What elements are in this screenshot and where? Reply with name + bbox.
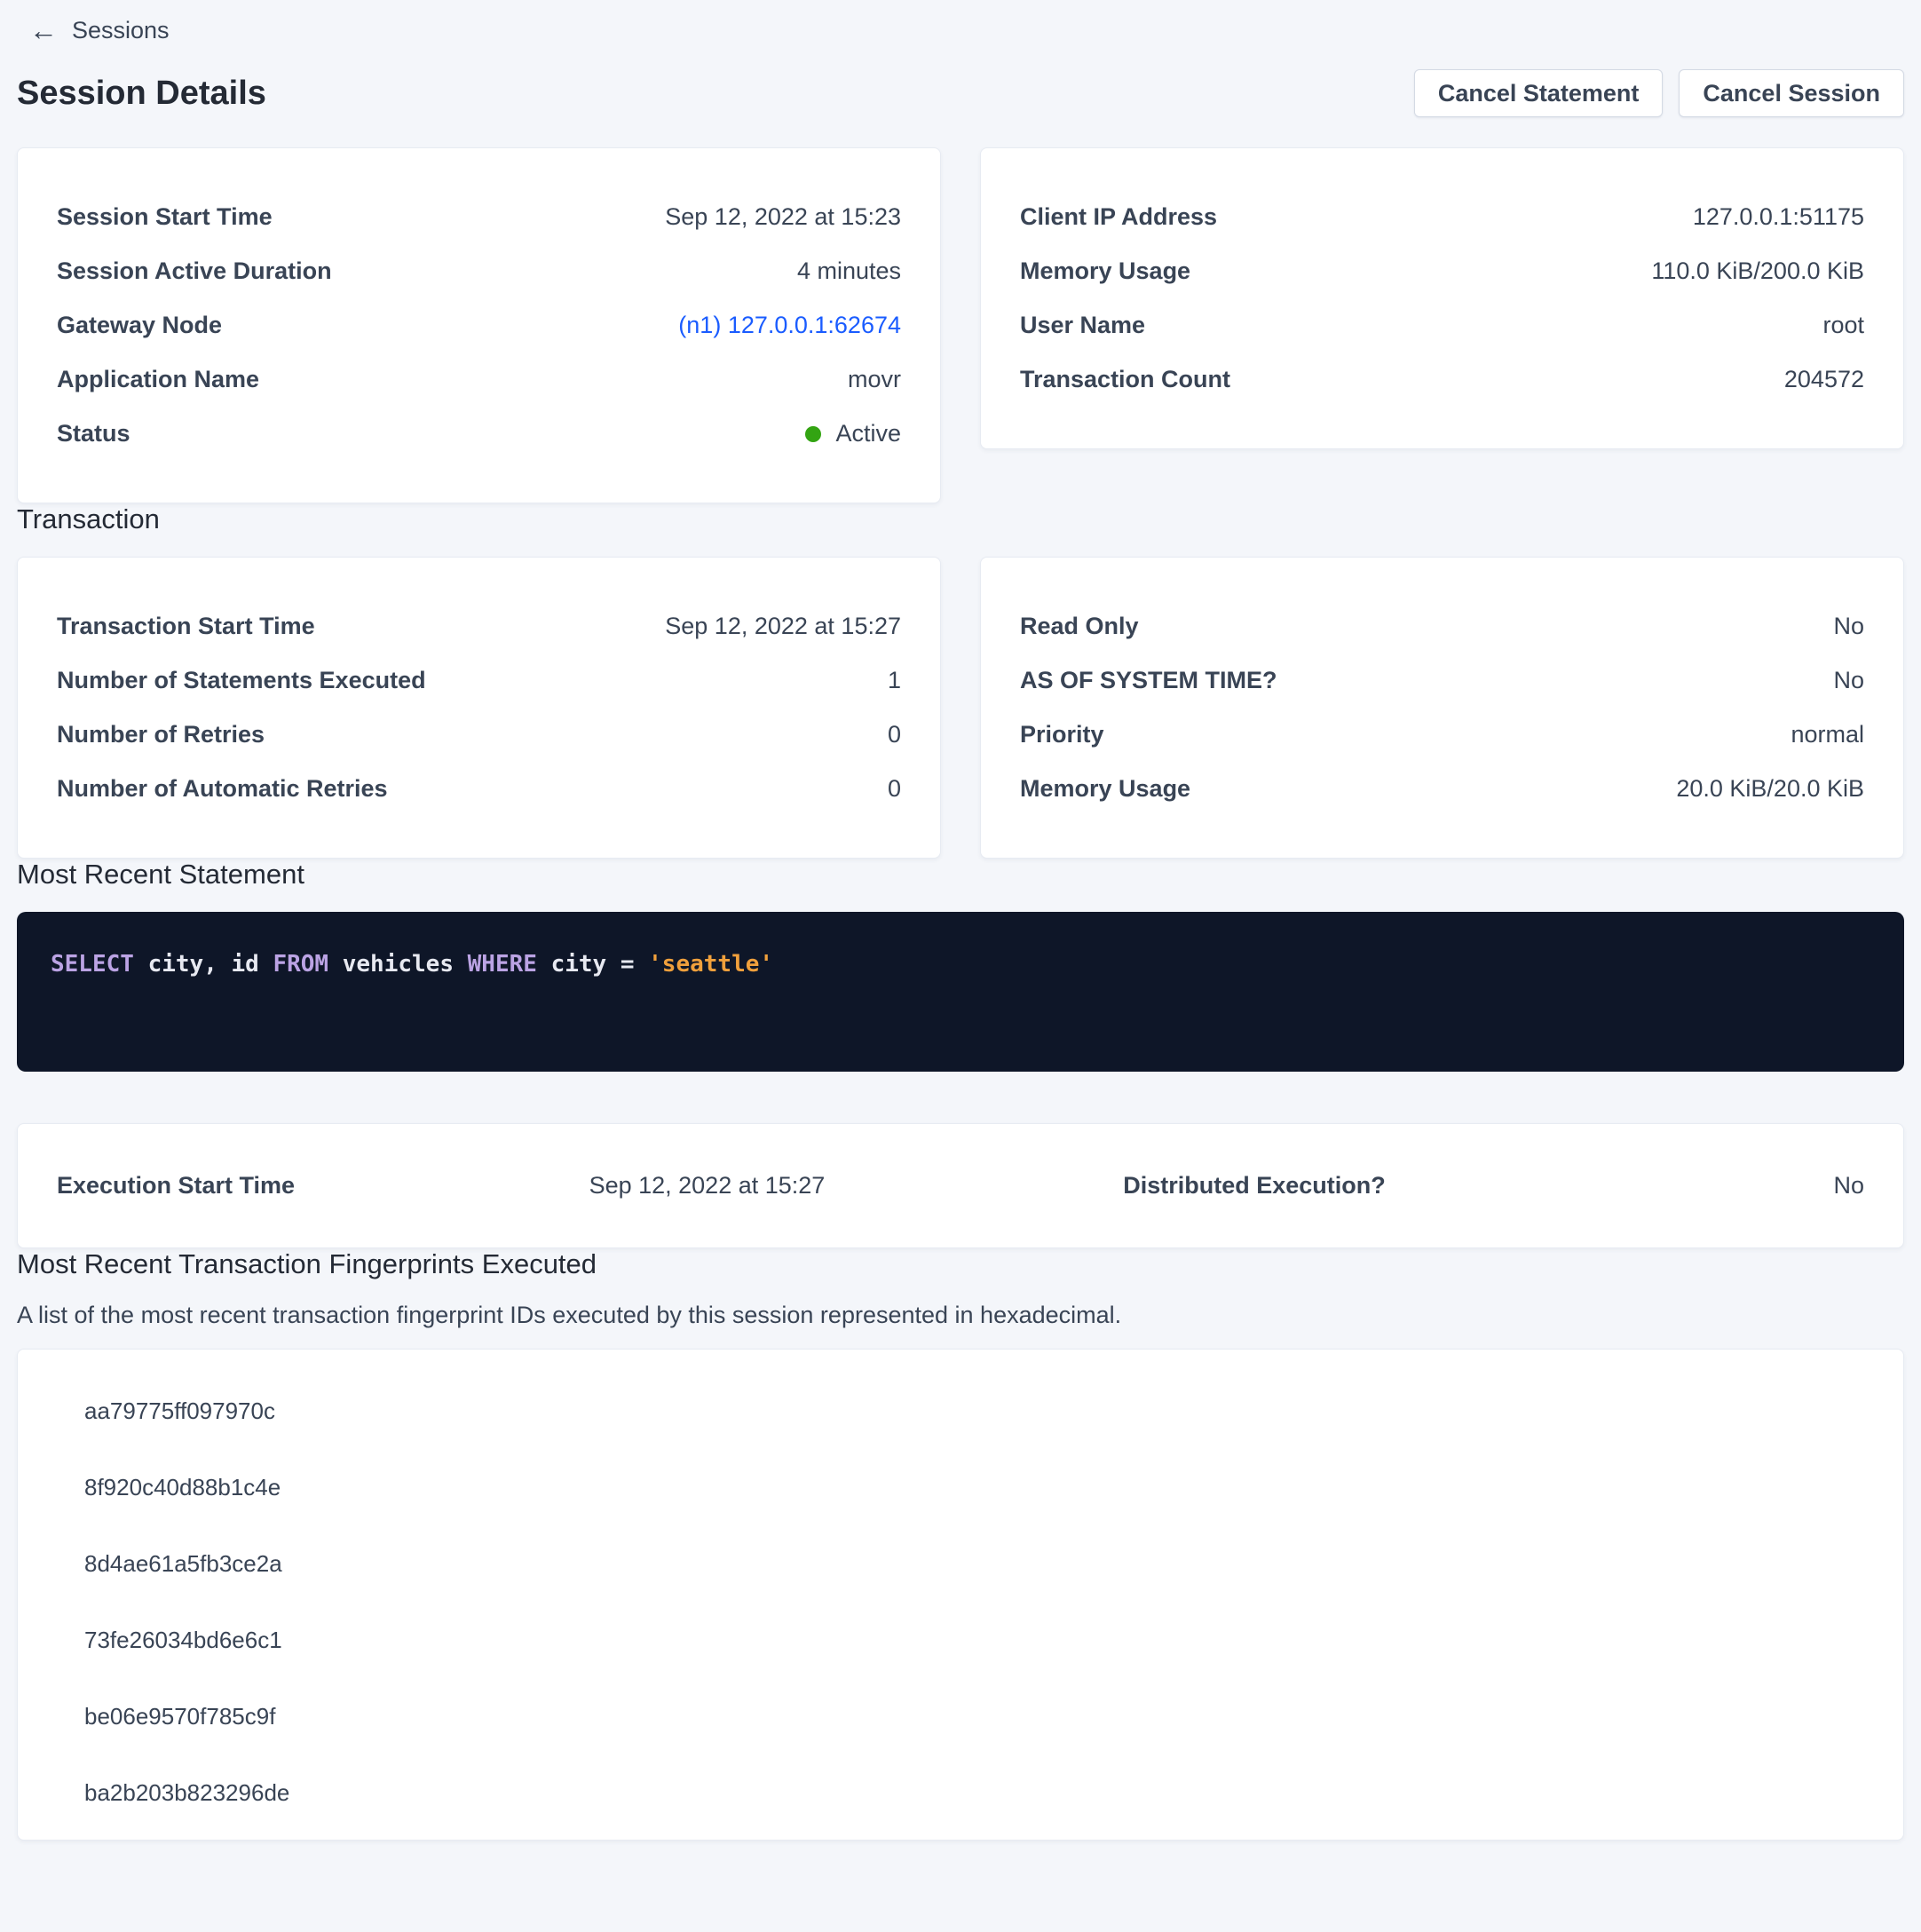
row-value: root xyxy=(1822,312,1864,339)
fingerprints-section-title: Most Recent Transaction Fingerprints Exe… xyxy=(17,1248,1904,1280)
status-active-dot-icon xyxy=(805,426,821,442)
row-value: No xyxy=(1833,1172,1864,1200)
session-info-card: Session Start Time Sep 12, 2022 at 15:23… xyxy=(17,147,941,503)
row-label: Memory Usage xyxy=(1020,257,1190,285)
as-of-system-time-row: AS OF SYSTEM TIME? No xyxy=(1020,653,1864,708)
row-label: AS OF SYSTEM TIME? xyxy=(1020,667,1277,694)
row-label: Number of Statements Executed xyxy=(57,667,426,694)
fingerprints-description: A list of the most recent transaction fi… xyxy=(17,1302,1904,1329)
row-value: Sep 12, 2022 at 15:27 xyxy=(589,1172,826,1200)
arrow-left-icon: ← xyxy=(29,16,58,44)
back-link-sessions[interactable]: ← Sessions xyxy=(29,16,170,44)
transaction-props-card: Read Only No AS OF SYSTEM TIME? No Prior… xyxy=(980,557,1904,859)
gateway-node-link[interactable]: (n1) 127.0.0.1:62674 xyxy=(678,312,901,339)
page-title: Session Details xyxy=(17,75,266,113)
gateway-node-row: Gateway Node (n1) 127.0.0.1:62674 xyxy=(57,298,901,352)
session-start-time-row: Session Start Time Sep 12, 2022 at 15:23 xyxy=(57,190,901,244)
execution-row: Execution Start Time Sep 12, 2022 at 15:… xyxy=(57,1172,1864,1200)
row-label: Session Start Time xyxy=(57,203,273,231)
fingerprint-item: ba2b203b823296de xyxy=(18,1754,1903,1831)
sql-token-string: 'seattle' xyxy=(648,951,773,978)
transaction-section-title: Transaction xyxy=(17,503,1904,535)
sql-token-keyword: FROM xyxy=(273,951,328,978)
memory-usage-row: Memory Usage 110.0 KiB/200.0 KiB xyxy=(1020,244,1864,298)
fingerprint-item: 8d4ae61a5fb3ce2a xyxy=(18,1525,1903,1602)
cancel-statement-button[interactable]: Cancel Statement xyxy=(1414,69,1664,117)
sql-token-plain: vehicles xyxy=(328,951,468,978)
fingerprint-item: aa79775ff097970c xyxy=(18,1373,1903,1449)
statement-section-title: Most Recent Statement xyxy=(17,859,1904,891)
row-value: No xyxy=(1833,613,1864,640)
row-value: No xyxy=(1833,667,1864,694)
row-value: 204572 xyxy=(1784,366,1864,393)
transaction-start-time-row: Transaction Start Time Sep 12, 2022 at 1… xyxy=(57,599,901,653)
status-badge: Active xyxy=(835,420,901,447)
row-label: Number of Automatic Retries xyxy=(57,775,388,803)
row-value: 0 xyxy=(888,721,901,748)
row-label: Transaction Count xyxy=(1020,366,1230,393)
read-only-row: Read Only No xyxy=(1020,599,1864,653)
transaction-info-card: Transaction Start Time Sep 12, 2022 at 1… xyxy=(17,557,941,859)
application-name-row: Application Name movr xyxy=(57,352,901,407)
fingerprint-item: 8f920c40d88b1c4e xyxy=(18,1449,1903,1525)
row-label: Execution Start Time xyxy=(57,1172,295,1200)
row-label: Distributed Execution? xyxy=(1123,1172,1386,1200)
row-label: Client IP Address xyxy=(1020,203,1217,231)
row-label: Session Active Duration xyxy=(57,257,332,285)
sql-statement-box: SELECT city, id FROM vehicles WHERE city… xyxy=(17,912,1904,1072)
transaction-grid: Transaction Start Time Sep 12, 2022 at 1… xyxy=(17,557,1904,859)
automatic-retries-row: Number of Automatic Retries 0 xyxy=(57,762,901,816)
row-value: 20.0 KiB/20.0 KiB xyxy=(1676,775,1864,803)
row-label: Status xyxy=(57,420,130,447)
header-row: Session Details Cancel Statement Cancel … xyxy=(17,69,1904,117)
client-info-card: Client IP Address 127.0.0.1:51175 Memory… xyxy=(980,147,1904,449)
row-label: Application Name xyxy=(57,366,259,393)
header-actions: Cancel Statement Cancel Session xyxy=(1414,69,1904,117)
sql-statement-text: SELECT city, id FROM vehicles WHERE city… xyxy=(51,951,1870,978)
session-details-page: ← Sessions Session Details Cancel Statem… xyxy=(0,0,1921,1841)
status-value: Active xyxy=(805,420,901,447)
sql-token-plain: city = xyxy=(537,951,648,978)
row-label: User Name xyxy=(1020,312,1145,339)
row-label: Read Only xyxy=(1020,613,1139,640)
session-summary-grid: Session Start Time Sep 12, 2022 at 15:23… xyxy=(17,147,1904,503)
priority-row: Priority normal xyxy=(1020,708,1864,762)
row-value: 4 minutes xyxy=(797,257,901,285)
row-value: 1 xyxy=(888,667,901,694)
execution-start-time-pair: Execution Start Time Sep 12, 2022 at 15:… xyxy=(57,1172,825,1200)
statements-executed-row: Number of Statements Executed 1 xyxy=(57,653,901,708)
row-label: Transaction Start Time xyxy=(57,613,315,640)
row-label: Priority xyxy=(1020,721,1104,748)
row-label: Number of Retries xyxy=(57,721,265,748)
fingerprint-item: be06e9570f785c9f xyxy=(18,1678,1903,1754)
fingerprints-card: aa79775ff097970c 8f920c40d88b1c4e 8d4ae6… xyxy=(17,1349,1904,1841)
row-value: Sep 12, 2022 at 15:23 xyxy=(665,203,901,231)
row-value: 127.0.0.1:51175 xyxy=(1693,203,1864,231)
row-value: Sep 12, 2022 at 15:27 xyxy=(665,613,901,640)
row-value: 110.0 KiB/200.0 KiB xyxy=(1651,257,1864,285)
client-ip-row: Client IP Address 127.0.0.1:51175 xyxy=(1020,190,1864,244)
user-name-row: User Name root xyxy=(1020,298,1864,352)
session-active-duration-row: Session Active Duration 4 minutes xyxy=(57,244,901,298)
row-value: 0 xyxy=(888,775,901,803)
back-link-label: Sessions xyxy=(72,17,170,44)
txn-memory-usage-row: Memory Usage 20.0 KiB/20.0 KiB xyxy=(1020,762,1864,816)
row-label: Memory Usage xyxy=(1020,775,1190,803)
distributed-execution-pair: Distributed Execution? No xyxy=(825,1172,1864,1200)
row-value: movr xyxy=(848,366,901,393)
retries-row: Number of Retries 0 xyxy=(57,708,901,762)
fingerprint-item: 73fe26034bd6e6c1 xyxy=(18,1602,1903,1678)
status-row: Status Active xyxy=(57,407,901,461)
row-label: Gateway Node xyxy=(57,312,222,339)
sql-token-plain: city, id xyxy=(134,951,273,978)
execution-summary-card: Execution Start Time Sep 12, 2022 at 15:… xyxy=(17,1123,1904,1248)
transaction-count-row: Transaction Count 204572 xyxy=(1020,352,1864,407)
sql-token-keyword: WHERE xyxy=(468,951,537,978)
cancel-session-button[interactable]: Cancel Session xyxy=(1679,69,1904,117)
row-value: normal xyxy=(1791,721,1864,748)
sql-token-keyword: SELECT xyxy=(51,951,134,978)
